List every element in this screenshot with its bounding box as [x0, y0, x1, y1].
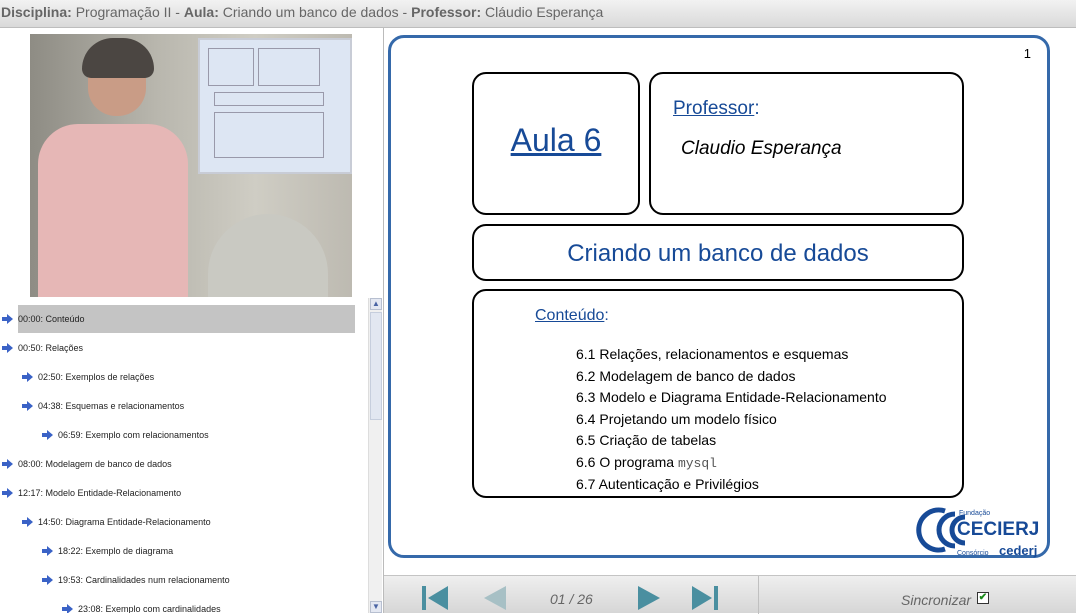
- lesson-title: Criando um banco de dados: [567, 240, 869, 267]
- chapter-scrollbar[interactable]: ▲ ▼: [368, 298, 382, 613]
- professor-value: Cláudio Esperança: [485, 4, 604, 20]
- chapter-label: 00:00: Conteúdo: [18, 314, 85, 324]
- professor-heading: Professor:: [673, 98, 760, 120]
- professor-box: Professor: Claudio Esperança: [649, 72, 964, 215]
- chapter-arrow-icon: [2, 459, 13, 469]
- slide-number: 1: [1023, 46, 1031, 61]
- aula-label: Aula:: [183, 4, 219, 20]
- logo-cecierj: CECIERJ: [957, 519, 1039, 540]
- chapter-item[interactable]: 18:22: Exemplo de diagrama: [58, 537, 368, 565]
- content-box: Conteúdo: 6.1 Relações, relacionamentos …: [472, 289, 964, 498]
- topic-item: 6.3 Modelo e Diagrama Entidade-Relaciona…: [576, 389, 887, 405]
- player-controls: 01 / 26 Sincronizar ✔: [384, 575, 1076, 614]
- topic-item: 6.1 Relações, relacionamentos e esquemas: [576, 346, 849, 362]
- chapter-arrow-icon: [2, 314, 13, 324]
- chapter-item[interactable]: 06:59: Exemplo com relacionamentos: [58, 421, 368, 449]
- lecture-video[interactable]: [30, 34, 352, 297]
- last-slide-button[interactable]: [690, 584, 720, 612]
- chapter-arrow-icon: [42, 575, 53, 585]
- chapter-list: 00:00: Conteúdo 00:50: Relações 02:50: Exe…: [0, 302, 368, 613]
- pane-divider: [383, 28, 384, 613]
- separator: -: [171, 4, 184, 20]
- next-slide-button[interactable]: [634, 584, 664, 612]
- crt-monitor: [208, 214, 328, 297]
- chapter-arrow-icon: [2, 343, 13, 353]
- chapter-label: 08:00: Modelagem de banco de dados: [18, 459, 172, 469]
- chapter-item[interactable]: 14:50: Diagrama Entidade-Relacionamento: [38, 508, 368, 536]
- chapter-item[interactable]: 08:00: Modelagem de banco de dados: [18, 450, 368, 478]
- chapter-label: 06:59: Exemplo com relacionamentos: [58, 430, 209, 440]
- disciplina-label: Disciplina:: [1, 4, 72, 20]
- chapter-label: 23:08: Exemplo com cardinalidades: [78, 604, 221, 613]
- checkmark-icon: ✔: [978, 592, 988, 603]
- chapter-label: 14:50: Diagrama Entidade-Relacionamento: [38, 517, 211, 527]
- lecturer-body: [38, 124, 188, 297]
- chapter-item[interactable]: 00:00: Conteúdo: [18, 305, 355, 333]
- previous-slide-button[interactable]: [480, 584, 510, 612]
- topics-list: 6.1 Relações, relacionamentos e esquemas…: [576, 344, 887, 496]
- chapter-arrow-icon: [62, 604, 73, 613]
- aula-link[interactable]: Aula 6: [474, 122, 638, 159]
- scroll-up-icon[interactable]: ▲: [370, 298, 382, 310]
- logo-cederj: cederj: [999, 543, 1037, 558]
- conteudo-heading-text: Conteúdo: [535, 307, 605, 324]
- topic-item-code: mysql: [677, 455, 717, 471]
- sync-label: Sincronizar: [901, 592, 972, 608]
- cecierj-logo: Fundação CECIERJ Consórcio cederj: [916, 507, 1039, 558]
- chapter-arrow-icon: [22, 372, 33, 382]
- chapter-arrow-icon: [42, 430, 53, 440]
- scroll-down-icon[interactable]: ▼: [370, 601, 382, 613]
- separator: -: [398, 4, 412, 20]
- topic-item: 6.4 Projetando um modelo físico: [576, 410, 777, 427]
- chapter-item[interactable]: 12:17: Modelo Entidade-Relacionamento: [18, 479, 368, 507]
- chapter-item[interactable]: 23:08: Exemplo com cardinalidades: [78, 595, 368, 613]
- chapter-item[interactable]: 04:38: Esquemas e relacionamentos: [38, 392, 368, 420]
- scroll-thumb[interactable]: [370, 312, 382, 420]
- chapter-item[interactable]: 02:50: Exemplos de relações: [38, 363, 368, 391]
- lecturer-hair: [82, 38, 154, 78]
- topic-item: 6.6 O programa mysql: [576, 452, 887, 475]
- title-bar: Disciplina: Programação II - Aula: Crian…: [0, 0, 1076, 28]
- chapter-label: 18:22: Exemplo de diagrama: [58, 546, 174, 556]
- projected-slide: [198, 38, 352, 174]
- professor-label: Professor:: [411, 4, 482, 20]
- left-panel: 00:00: Conteúdo 00:50: Relações 02:50: Exe…: [0, 28, 384, 613]
- chapter-label: 12:17: Modelo Entidade-Relacionamento: [18, 488, 182, 498]
- chapter-label: 02:50: Exemplos de relações: [38, 372, 155, 382]
- chapter-label: 04:38: Esquemas e relacionamentos: [38, 401, 185, 411]
- logo-consorcio: Consórcio: [957, 550, 989, 557]
- sync-checkbox[interactable]: ✔: [977, 592, 989, 604]
- slide: 1 Aula 6 Professor: Claudio Esperança Cr…: [388, 35, 1050, 558]
- aula-value: Criando um banco de dados: [222, 4, 399, 20]
- colon: :: [604, 307, 609, 324]
- first-slide-button[interactable]: [420, 584, 450, 612]
- chapter-arrow-icon: [2, 488, 13, 498]
- professor-name: Claudio Esperança: [681, 138, 842, 159]
- topic-item: 6.5 Criação de tabelas: [576, 432, 717, 448]
- topic-item: 6.2 Modelagem de banco de dados: [576, 367, 796, 384]
- colon: :: [754, 98, 760, 119]
- chapter-arrow-icon: [22, 517, 33, 527]
- slide-counter: 01 / 26: [550, 591, 593, 607]
- disciplina-value: Programação II: [75, 4, 172, 20]
- topic-item: 6.7 Autenticação e Privilégios: [576, 476, 759, 492]
- chapter-arrow-icon: [22, 401, 33, 411]
- aula-box: Aula 6: [472, 72, 640, 215]
- chapter-item[interactable]: 19:53: Cardinalidades num relacionamento: [58, 566, 368, 594]
- chapter-label: 19:53: Cardinalidades num relacionamento: [58, 575, 230, 585]
- logo-fundacao: Fundação: [959, 510, 990, 517]
- title-box: Criando um banco de dados: [472, 224, 964, 281]
- chapter-item[interactable]: 00:50: Relações: [18, 334, 368, 362]
- conteudo-heading: Conteúdo:: [535, 307, 609, 325]
- control-separator: [758, 576, 759, 614]
- topic-item-text: 6.6 O programa: [576, 453, 678, 470]
- professor-heading-text: Professor: [673, 98, 755, 119]
- chapter-label: 00:50: Relações: [18, 343, 84, 353]
- chapter-arrow-icon: [42, 546, 53, 556]
